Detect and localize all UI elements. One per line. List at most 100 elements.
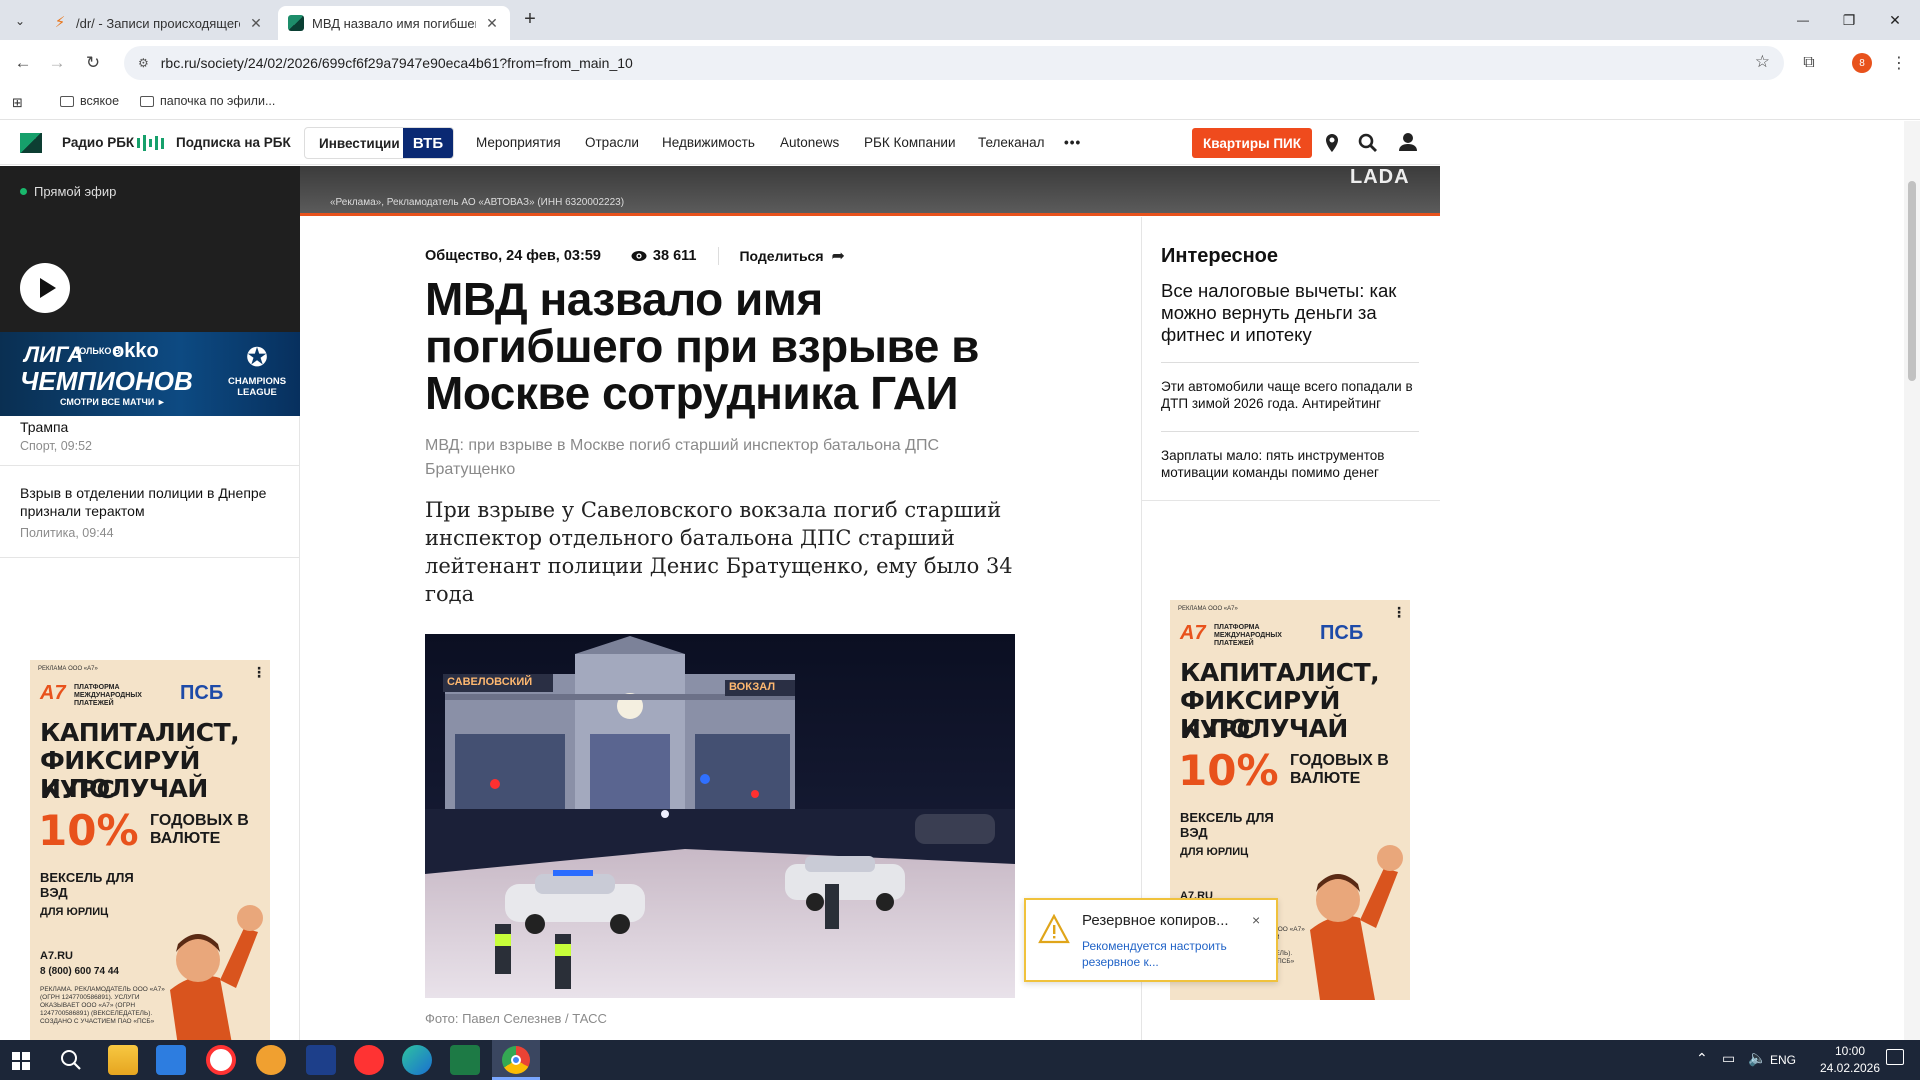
a7-subtitle: ПЛАТФОРМА МЕЖДУНАРОДНЫХ ПЛАТЕЖЕЙ — [74, 684, 142, 707]
psb-logo: ПСБ — [180, 682, 224, 704]
interesting-item-featured[interactable]: Все налоговые вычеты: как можно вернуть … — [1161, 280, 1419, 346]
restore-button[interactable]: ❐ — [1826, 0, 1872, 40]
windows-taskbar: ⌃ ▭ 🔈 ENG 10:00 24.02.2026 — [0, 1040, 1920, 1080]
ad-product: ВЕКСЕЛЬ ДЛЯ ВЭД — [1180, 810, 1274, 840]
news-item[interactable]: Трампа Спорт, 09:52 — [0, 416, 300, 466]
left-rail: Прямой эфир ЛИГА ТОЛЬКО В okko ЧЕМПИОНОВ… — [0, 166, 300, 1040]
page-scrollbar[interactable] — [1904, 121, 1920, 1040]
ad-menu-icon[interactable]: ⋮ — [252, 664, 266, 681]
clock-date[interactable]: 24.02.2026 — [1816, 1061, 1884, 1075]
back-button[interactable]: ← — [8, 48, 38, 78]
site-navigation: Радио РБК Подписка на РБК Инвестиции ВТБ… — [0, 121, 1440, 165]
investments-button[interactable]: Инвестиции ВТБ — [304, 127, 454, 159]
volume-icon[interactable]: 🔈 — [1748, 1049, 1767, 1067]
close-icon[interactable]: ✕ — [484, 15, 500, 32]
news-item[interactable]: Взрыв в отделении полиции в Днепре призн… — [0, 466, 300, 558]
calculator-icon[interactable] — [156, 1045, 186, 1075]
ad-menu-icon[interactable]: ⋮ — [1392, 604, 1406, 621]
folder-icon — [140, 95, 154, 107]
backup-notification[interactable]: Резервное копиров... × Рекомендуется нас… — [1024, 898, 1278, 982]
bookmark-folder[interactable]: всякое — [60, 94, 119, 108]
bookmark-star-icon[interactable]: ☆ — [1755, 52, 1770, 72]
subscription-link[interactable]: Подписка на РБК — [176, 135, 291, 150]
article-meta: Общество, 24 фев, 03:59 38 611 Поделитьс… — [425, 246, 845, 266]
nav-item-autonews[interactable]: Autonews — [780, 135, 839, 150]
close-window-button[interactable]: ✕ — [1872, 0, 1918, 40]
minimize-button[interactable]: — — [1780, 0, 1826, 40]
ucl-logo-icon: ✪ — [246, 342, 268, 372]
radio-rbc-link[interactable]: Радио РБК — [62, 135, 134, 150]
views: 38 611 — [631, 248, 696, 264]
scrollbar-thumb[interactable] — [1908, 181, 1916, 381]
file-explorer-icon[interactable] — [108, 1045, 138, 1075]
live-stream-player[interactable]: Прямой эфир — [0, 166, 300, 332]
search-taskbar-icon[interactable] — [60, 1049, 82, 1071]
network-icon[interactable]: ▭ — [1722, 1050, 1735, 1067]
forward-button[interactable]: → — [42, 48, 72, 78]
rubric-date[interactable]: Общество, 24 фев, 03:59 — [425, 248, 601, 264]
tab-rbc[interactable]: МВД назвало имя погибшего ✕ — [278, 6, 510, 40]
interesting-item[interactable]: Эти автомобили чаще всего попадали в ДТП… — [1161, 378, 1423, 412]
news-title: Взрыв в отделении полиции в Днепре призн… — [20, 485, 267, 519]
tab-dr[interactable]: ⚡ /dr/ - Записи происходящего ✕ — [42, 6, 274, 40]
tab-title: МВД назвало имя погибшего — [312, 15, 476, 31]
nav-item-industries[interactable]: Отрасли — [585, 135, 639, 150]
interesting-item[interactable]: Зарплаты мало: пять инструментов мотивац… — [1161, 447, 1423, 481]
investments-label: Инвестиции — [319, 135, 400, 151]
yandex-icon[interactable] — [354, 1045, 384, 1075]
more-menu-button[interactable]: ••• — [1064, 135, 1081, 150]
new-tab-button[interactable]: + — [518, 8, 542, 32]
yandex-browser-icon[interactable] — [206, 1045, 236, 1075]
psb-ad-left[interactable]: РЕКЛАМА ООО «А7» ⋮ А7 ПЛАТФОРМА МЕЖДУНАРОДН… — [30, 660, 270, 1040]
ad-percent-text: ГОДОВЫХ В ВАЛЮТЕ — [150, 812, 249, 847]
pik-button[interactable]: Квартиры ПИК — [1192, 128, 1312, 158]
ad-phone: 8 (800) 600 74 44 — [40, 966, 119, 977]
banner-watch: СМОТРИ ВСЕ МАТЧИ ► — [60, 397, 166, 407]
ad-headline-3: И ПОЛУЧАЙ — [40, 774, 208, 803]
ad-disclaimer: «Реклама», Рекламодатель АО «АВТОВАЗ» (И… — [330, 197, 625, 208]
address-bar[interactable]: ⚙ rbc.ru/society/24/02/2026/699cf6f29a79… — [124, 46, 1784, 80]
user-icon[interactable] — [1398, 132, 1418, 152]
bookmark-label: папочка по эфили... — [160, 94, 276, 108]
app-icon[interactable] — [306, 1045, 336, 1075]
clock-time[interactable]: 10:00 — [1822, 1044, 1878, 1058]
bookmark-folder[interactable]: папочка по эфили... — [140, 94, 275, 108]
station-sign-right: ВОКЗАЛ — [729, 681, 776, 693]
okko-ucl-banner[interactable]: ЛИГА ТОЛЬКО В okko ЧЕМПИОНОВ СМОТРИ ВСЕ … — [0, 332, 300, 416]
reload-button[interactable]: ↻ — [78, 48, 108, 78]
search-icon[interactable] — [1358, 133, 1378, 153]
tab-search-button[interactable]: ⌄ — [8, 10, 32, 32]
chrome-taskbar-active[interactable] — [492, 1040, 540, 1080]
excel-icon[interactable] — [450, 1045, 480, 1075]
ad-worker-illustration — [140, 860, 270, 1040]
edge-icon[interactable] — [402, 1045, 432, 1075]
article-photo[interactable]: САВЕЛОВСКИЙ ВОКЗАЛ — [425, 634, 1015, 998]
apps-icon[interactable]: ⊞ — [12, 95, 23, 111]
browser-toolbar: ← → ↻ ⚙ rbc.ru/society/24/02/2026/699cf6… — [0, 40, 1920, 86]
menu-icon[interactable]: ⋮ — [1884, 48, 1914, 78]
play-button[interactable] — [20, 263, 70, 313]
notification-close[interactable]: × — [1252, 912, 1260, 928]
notifications-icon[interactable] — [1886, 1049, 1904, 1065]
share-button[interactable]: Поделиться ➦ — [739, 246, 844, 266]
site-info-icon[interactable]: ⚙ — [138, 56, 149, 70]
news-meta: Политика, 09:44 — [20, 526, 114, 540]
input-language[interactable]: ENG — [1770, 1053, 1796, 1067]
extensions-icon[interactable]: ⧉ — [1794, 48, 1824, 78]
start-icon[interactable] — [12, 1052, 30, 1070]
divider — [718, 247, 720, 265]
profile-avatar[interactable]: 8 — [1852, 53, 1872, 73]
nav-item-events[interactable]: Мероприятия — [476, 135, 561, 150]
nav-item-realty[interactable]: Недвижимость — [662, 135, 755, 150]
notification-body[interactable]: Рекомендуется настроить резервное к... — [1082, 938, 1232, 970]
top-banner-ad[interactable]: «Реклама», Рекламодатель АО «АВТОВАЗ» (И… — [300, 166, 1440, 216]
ok-app-icon[interactable] — [256, 1045, 286, 1075]
a7-logo: А7 — [40, 682, 66, 704]
location-pin-icon[interactable] — [1322, 133, 1342, 153]
nav-item-tv[interactable]: Телеканал — [978, 135, 1045, 150]
close-icon[interactable]: ✕ — [248, 15, 264, 32]
bookmarks-bar: ⊞ всякое папочка по эфили... — [0, 86, 1920, 120]
nav-item-companies[interactable]: РБК Компании — [864, 135, 956, 150]
rbc-logo[interactable] — [20, 133, 42, 153]
tray-chevron-icon[interactable]: ⌃ — [1696, 1050, 1708, 1067]
